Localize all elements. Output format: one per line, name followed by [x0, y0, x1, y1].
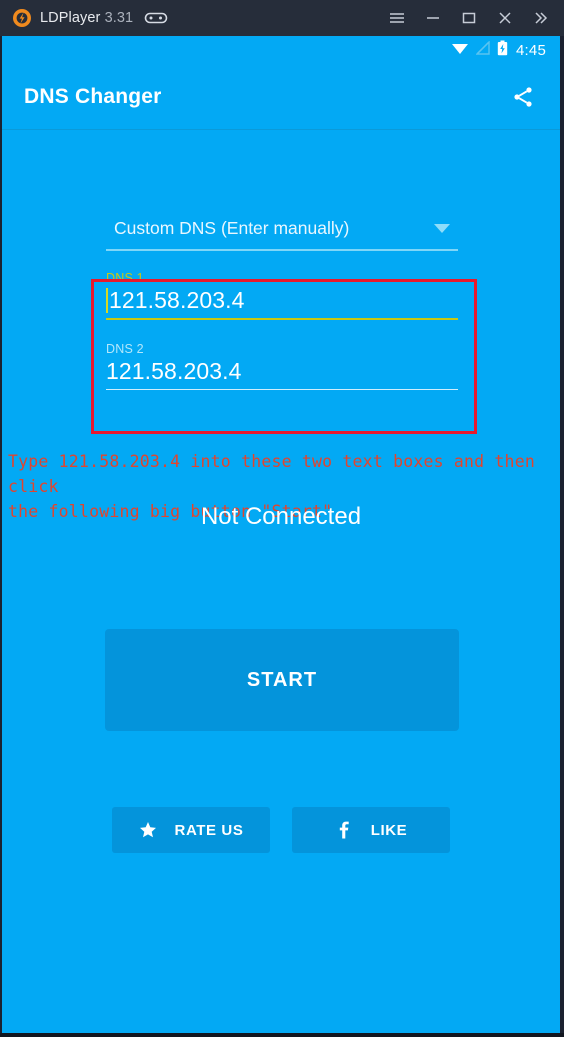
gamepad-icon: [144, 10, 168, 26]
screenshot-root: LDPlayer 3.31 4:45 DNS Changer Custom DN…: [0, 0, 564, 1037]
signal-none-icon: [475, 39, 490, 60]
close-icon[interactable]: [488, 3, 522, 33]
start-button-label: START: [246, 668, 318, 691]
window-title: LDPlayer 3.31: [40, 10, 133, 26]
dns1-field-wrapper: DNS 1 121.58.203.4: [106, 271, 458, 320]
bottom-button-row: RATE US LIKE: [2, 807, 560, 853]
emulator-title-bar: LDPlayer 3.31: [0, 0, 564, 36]
dns1-input[interactable]: 121.58.203.4: [106, 287, 458, 318]
connection-status-label: Not Connected: [200, 503, 362, 530]
dns-provider-dropdown[interactable]: Custom DNS (Enter manually): [106, 207, 458, 251]
rate-us-button[interactable]: RATE US: [112, 807, 270, 853]
facebook-icon: [335, 821, 353, 839]
app-version-label: 3.31: [104, 10, 134, 26]
device-bottom-border: [0, 1033, 564, 1037]
android-status-bar: 4:45: [2, 36, 560, 64]
double-chevron-right-icon[interactable]: [524, 3, 558, 33]
dns2-underline: [106, 389, 458, 390]
device-right-border: [560, 36, 564, 1037]
battery-charging-icon: [497, 40, 508, 61]
dns1-value: 121.58.203.4: [109, 287, 245, 313]
like-label: LIKE: [370, 821, 408, 839]
dns-fields-group: DNS 1 121.58.203.4 DNS 2 121.58.203.4: [106, 271, 458, 412]
hamburger-menu-icon[interactable]: [380, 3, 414, 33]
dns1-underline: [106, 318, 458, 320]
minimize-icon[interactable]: [416, 3, 450, 33]
dns-provider-selected-label: Custom DNS (Enter manually): [114, 217, 350, 238]
star-icon: [139, 821, 157, 839]
dns1-label: DNS 1: [106, 271, 144, 285]
status-bar-clock: 4:45: [516, 41, 546, 59]
wifi-icon: [451, 41, 469, 60]
dns2-input[interactable]: 121.58.203.4: [106, 358, 458, 389]
page-title: DNS Changer: [24, 84, 162, 108]
dns2-field-wrapper: DNS 2 121.58.203.4: [106, 342, 458, 390]
android-screen: 4:45 DNS Changer Custom DNS (Enter manua…: [2, 36, 560, 1033]
chevron-down-icon: [434, 223, 450, 233]
title-bar-left: LDPlayer 3.31: [0, 8, 168, 28]
start-button[interactable]: START: [105, 629, 459, 731]
text-cursor: [106, 288, 108, 313]
app-name-label: LDPlayer: [40, 10, 101, 26]
window-controls: [380, 3, 564, 33]
maximize-icon[interactable]: [452, 3, 486, 33]
dns2-value: 121.58.203.4: [106, 358, 242, 384]
app-content: Custom DNS (Enter manually) DNS 1 121.58…: [2, 131, 560, 1033]
app-bar: DNS Changer: [2, 64, 560, 130]
share-icon[interactable]: [508, 82, 538, 112]
rate-us-label: RATE US: [174, 821, 244, 839]
dns2-label: DNS 2: [106, 342, 144, 356]
like-button[interactable]: LIKE: [292, 807, 450, 853]
ldplayer-logo-icon: [12, 8, 32, 28]
